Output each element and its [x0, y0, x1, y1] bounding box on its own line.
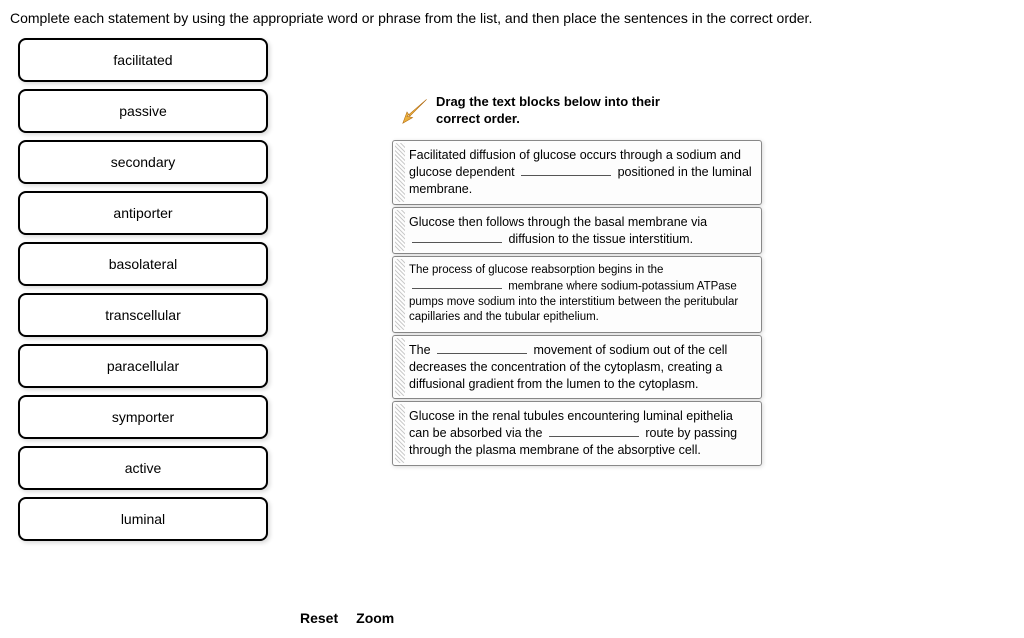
drag-handle-icon[interactable]: [395, 210, 405, 252]
statement-3[interactable]: The process of glucose reabsorption begi…: [392, 256, 762, 332]
word-bank: facilitated passive secondary antiporter…: [18, 38, 268, 541]
main-area: facilitated passive secondary antiporter…: [10, 38, 1014, 541]
arrow-down-left-icon: [400, 98, 428, 126]
blank-slot[interactable]: [437, 343, 527, 354]
word-antiporter[interactable]: antiporter: [18, 191, 268, 235]
footer-buttons: Reset Zoom: [300, 610, 394, 626]
zoom-button[interactable]: Zoom: [356, 610, 394, 626]
drop-zone-column: Drag the text blocks below into their co…: [308, 38, 1014, 541]
drag-handle-icon[interactable]: [395, 404, 405, 463]
statement-4[interactable]: The movement of sodium out of the cell d…: [392, 335, 762, 400]
word-facilitated[interactable]: facilitated: [18, 38, 268, 82]
word-basolateral[interactable]: basolateral: [18, 242, 268, 286]
blank-slot[interactable]: [549, 426, 639, 437]
drag-handle-icon[interactable]: [395, 259, 405, 329]
statement-stack: Facilitated diffusion of glucose occurs …: [392, 140, 762, 466]
word-passive[interactable]: passive: [18, 89, 268, 133]
word-active[interactable]: active: [18, 446, 268, 490]
word-paracellular[interactable]: paracellular: [18, 344, 268, 388]
drag-handle-icon[interactable]: [395, 338, 405, 397]
blank-slot[interactable]: [521, 165, 611, 176]
drop-header-text: Drag the text blocks below into their co…: [436, 94, 676, 128]
statement-1[interactable]: Facilitated diffusion of glucose occurs …: [392, 140, 762, 205]
blank-slot[interactable]: [412, 231, 502, 242]
word-symporter[interactable]: symporter: [18, 395, 268, 439]
stmt2-part1: Glucose then follows through the basal m…: [409, 215, 707, 229]
reset-button[interactable]: Reset: [300, 610, 338, 626]
stmt3-part1: The process of glucose reabsorption begi…: [409, 264, 663, 276]
statement-2[interactable]: Glucose then follows through the basal m…: [392, 207, 762, 255]
word-luminal[interactable]: luminal: [18, 497, 268, 541]
statement-5[interactable]: Glucose in the renal tubules encounterin…: [392, 401, 762, 466]
stmt4-part1: The: [409, 343, 434, 357]
blank-slot[interactable]: [412, 279, 502, 289]
stmt2-part2: diffusion to the tissue interstitium.: [505, 232, 693, 246]
word-secondary[interactable]: secondary: [18, 140, 268, 184]
drop-header: Drag the text blocks below into their co…: [400, 94, 676, 128]
word-transcellular[interactable]: transcellular: [18, 293, 268, 337]
drag-handle-icon[interactable]: [395, 143, 405, 202]
instruction-text: Complete each statement by using the app…: [10, 10, 1014, 26]
